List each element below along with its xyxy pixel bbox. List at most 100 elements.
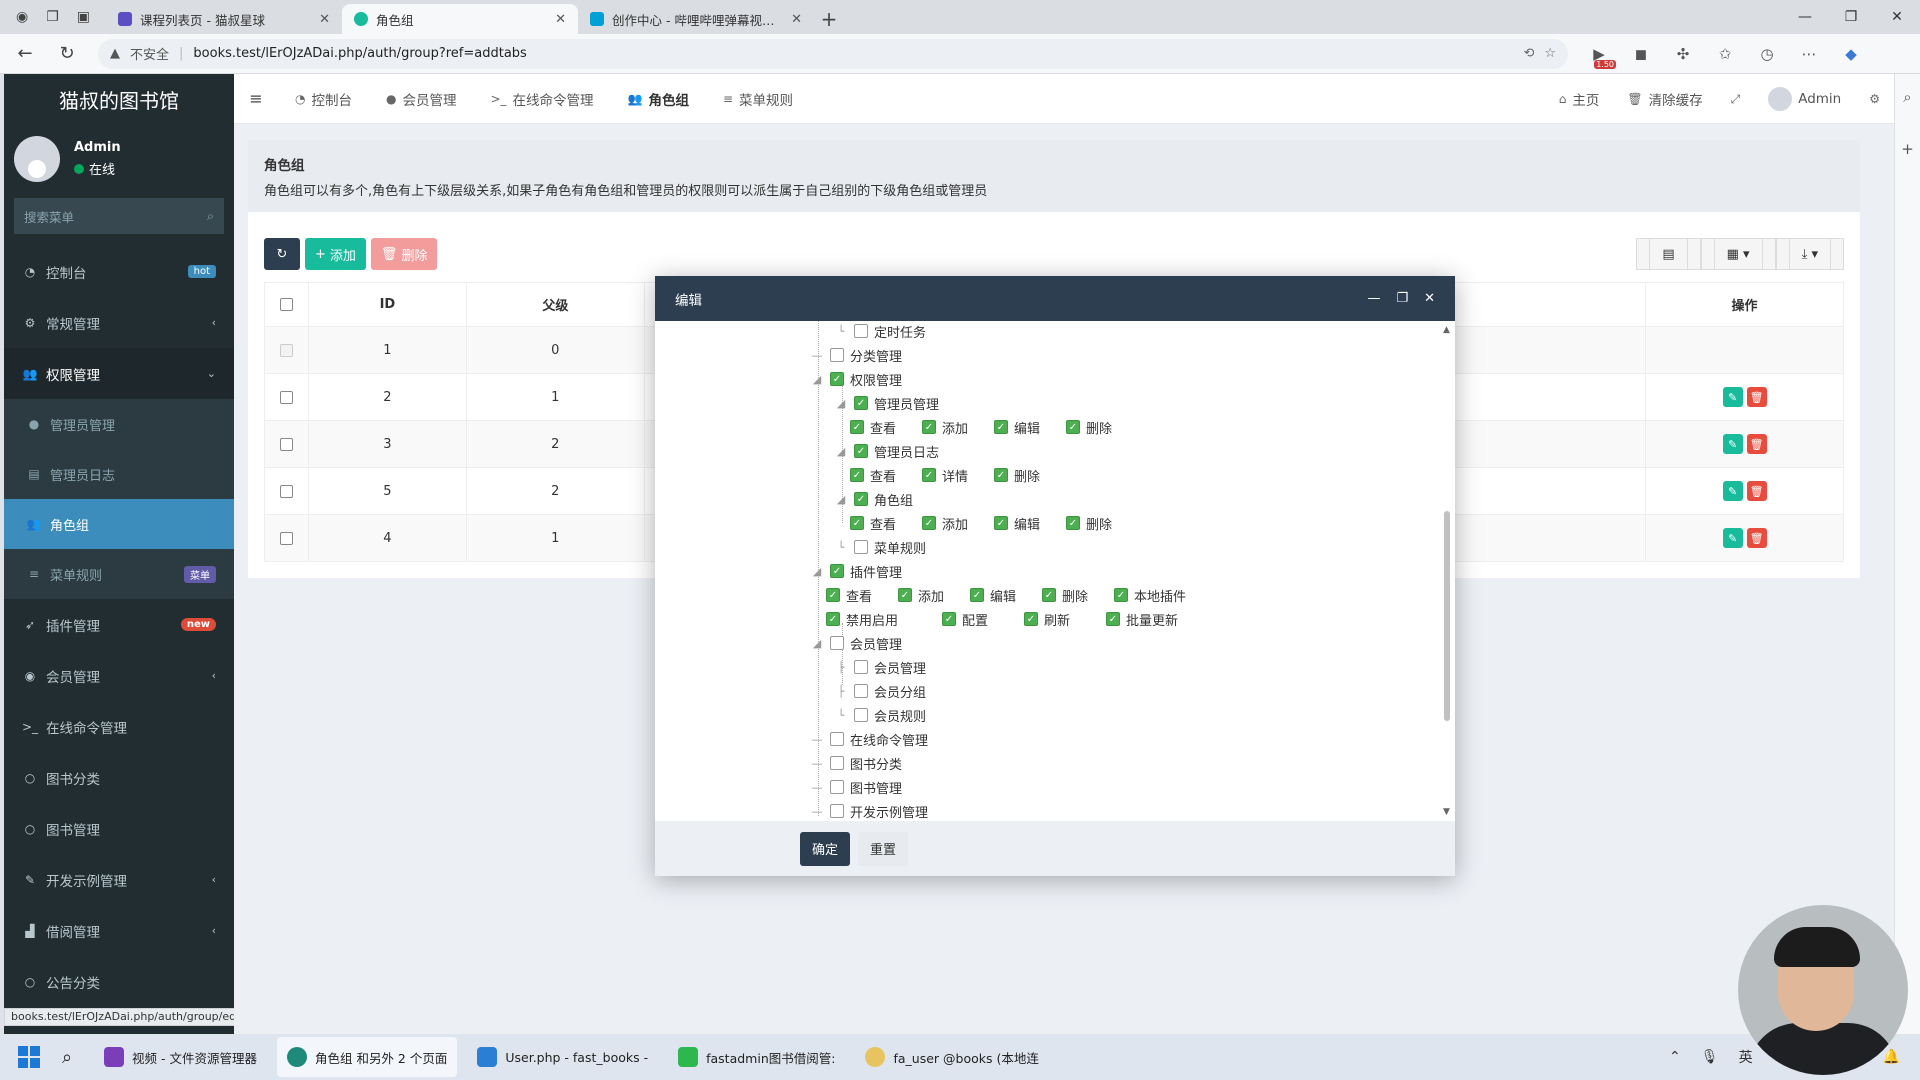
col-id[interactable]: ID (307, 282, 467, 327)
checkbox-icon[interactable] (830, 780, 844, 794)
more-icon[interactable]: ⋯ (1798, 45, 1820, 63)
checkbox-checked-icon[interactable]: ✓ (922, 468, 936, 482)
browser-tab-1[interactable]: 角色组 ✕ (342, 4, 579, 34)
maximize-icon[interactable]: ❐ (1396, 291, 1408, 306)
workspaces-icon[interactable]: ❐ (46, 9, 59, 25)
security-label[interactable]: 不安全 (130, 44, 169, 63)
tab-rule[interactable]: ≡ 菜单规则 (706, 74, 810, 124)
tree-node[interactable]: ◢ ✓ 插件管理 (810, 561, 902, 581)
sidebar-item-borrow[interactable]: ▟ 借阅管理 ‹ (4, 905, 234, 956)
tree-toggle-icon[interactable]: ◢ (834, 493, 848, 506)
taskbar-item-db[interactable]: fa_user @books (本地连 (855, 1037, 1048, 1077)
omnibox[interactable]: ▲ 不安全 | books.test/lErOJzADai.php/auth/g… (98, 38, 1568, 69)
checkbox-icon[interactable] (830, 804, 844, 818)
add-button[interactable]: + 添加 (305, 238, 366, 270)
checkbox-checked-icon[interactable]: ✓ (994, 516, 1008, 530)
history-icon[interactable]: ◷ (1756, 45, 1778, 63)
checkbox-checked-icon[interactable]: ✓ (994, 468, 1008, 482)
checkbox-checked-icon[interactable]: ✓ (1042, 588, 1056, 602)
puzzle-icon[interactable]: ✣ (1672, 45, 1694, 63)
clear-cache-button[interactable]: 🗑 清除缓存 (1613, 74, 1716, 124)
checkbox-checked-icon[interactable]: ✓ (826, 588, 840, 602)
tree-node[interactable]: — 图书分类 (810, 753, 902, 773)
search-icon[interactable]: ⌕ (207, 208, 214, 224)
tree-node[interactable]: ├ 会员分组 (834, 681, 926, 701)
sidebar-item-example[interactable]: ✎ 开发示例管理 ‹ (4, 854, 234, 905)
checkbox-checked-icon[interactable]: ✓ (854, 492, 868, 506)
col-parent[interactable]: 父级 (465, 282, 645, 327)
sidebar-item-addon[interactable]: ➶ 插件管理 new (4, 599, 234, 650)
sidebar-item-admin[interactable]: ● 管理员管理 (4, 399, 234, 449)
tree-node[interactable]: └ 会员规则 (834, 705, 926, 725)
checkbox-icon[interactable] (854, 684, 868, 698)
taskbar-item-edge[interactable]: 角色组 和另外 2 个页面 (276, 1037, 458, 1077)
checkbox-icon[interactable] (854, 660, 868, 674)
checkbox-checked-icon[interactable]: ✓ (850, 420, 864, 434)
close-icon[interactable]: ✕ (1424, 291, 1435, 306)
tree-node[interactable]: — 在线命令管理 (810, 729, 928, 749)
select-all-cell[interactable] (264, 282, 309, 327)
fullscreen-button[interactable]: ⤢ (1717, 74, 1755, 124)
checkbox-checked-icon[interactable]: ✓ (1066, 516, 1080, 530)
tree-node[interactable]: ◢ ✓ 管理员日志 (834, 441, 939, 461)
back-icon[interactable]: ← (14, 43, 36, 64)
trash-icon[interactable]: 🗑 (1746, 434, 1767, 454)
tree-toggle-icon[interactable]: ◢ (810, 637, 824, 650)
checkbox-checked-icon[interactable]: ✓ (970, 588, 984, 602)
edit-icon[interactable]: ✎ (1722, 481, 1743, 501)
checkbox-checked-icon[interactable]: ✓ (922, 420, 936, 434)
checkbox-checked-icon[interactable]: ✓ (830, 564, 844, 578)
checkbox-checked-icon[interactable]: ✓ (826, 612, 840, 626)
toggle-view-button[interactable]: ▤ (1636, 238, 1701, 270)
minimize-icon[interactable]: — (1367, 291, 1380, 306)
tree-node[interactable]: ◢ ✓ 权限管理 (810, 369, 902, 389)
checkbox-icon[interactable] (830, 348, 844, 362)
row-checkbox[interactable] (279, 484, 293, 498)
translate-icon[interactable]: ⟲ (1523, 46, 1534, 61)
tree-node[interactable]: — 图书管理 (810, 777, 902, 797)
row-checkbox[interactable] (279, 390, 293, 404)
settings-button[interactable]: ⚙ (1855, 74, 1894, 124)
checkbox-checked-icon[interactable]: ✓ (850, 468, 864, 482)
row-checkbox[interactable] (279, 531, 293, 545)
checkbox-icon[interactable] (854, 708, 868, 722)
sidebar-search-input[interactable]: 搜索菜单 ⌕ (14, 198, 224, 234)
browser-tab-0[interactable]: 课程列表页 - 猫叔星球 ✕ (106, 4, 342, 34)
checkbox-icon[interactable] (854, 324, 868, 338)
checkbox-checked-icon[interactable]: ✓ (994, 420, 1008, 434)
checkbox-icon[interactable] (854, 540, 868, 554)
admin-menu[interactable]: Admin (1754, 74, 1855, 124)
tree-toggle-icon[interactable]: ◢ (810, 373, 824, 386)
sidebar-item-user[interactable]: ◉ 会员管理 ‹ (4, 650, 234, 701)
checkbox-checked-icon[interactable]: ✓ (830, 372, 844, 386)
checkbox-checked-icon[interactable]: ✓ (854, 444, 868, 458)
copilot-icon[interactable]: ◆ (1840, 45, 1862, 63)
tree-node[interactable]: └ 菜单规则 (834, 537, 926, 557)
sidebar-item-bookcategory[interactable]: ○ 图书分类 (4, 752, 234, 803)
restore-icon[interactable]: ❐ (1828, 0, 1874, 34)
sidebar-item-dashboard[interactable]: ◔ 控制台 hot (4, 246, 234, 297)
scrollbar-thumb[interactable] (1444, 511, 1450, 721)
sidebar-item-rule[interactable]: ≡ 菜单规则 菜单 (4, 549, 234, 599)
tree-node[interactable]: ◢ ✓ 角色组 (834, 489, 913, 509)
microphone-icon[interactable]: 🎙 (1701, 1049, 1719, 1065)
confirm-button[interactable]: 确定 (800, 831, 851, 866)
delete-button[interactable]: 🗑 删除 (370, 238, 438, 270)
trash-icon[interactable]: 🗑 (1746, 481, 1767, 501)
row-checkbox[interactable] (279, 437, 293, 451)
tree-node[interactable]: └ 定时任务 (834, 321, 926, 341)
checkbox-checked-icon[interactable]: ✓ (1066, 420, 1080, 434)
extension-icon[interactable]: ▶ 1.50 (1588, 45, 1616, 69)
search-icon[interactable]: ⌕ (50, 1047, 84, 1068)
tree-node[interactable]: — 开发示例管理 (810, 801, 928, 821)
edit-icon[interactable]: ✎ (1722, 387, 1743, 407)
trash-icon[interactable]: 🗑 (1746, 387, 1767, 407)
sidebar-item-auth[interactable]: 👥 权限管理 ⌄ (4, 348, 234, 399)
scroll-up-icon[interactable]: ▲ (1443, 325, 1450, 335)
checkbox-checked-icon[interactable]: ✓ (1024, 612, 1038, 626)
close-icon[interactable]: ✕ (791, 12, 802, 27)
tree-node[interactable]: ├ 会员管理 (834, 657, 926, 677)
tree-toggle-icon[interactable]: ◢ (810, 565, 824, 578)
export-button[interactable]: ⤓ ▾ (1775, 238, 1844, 270)
tree-node[interactable]: ◢ 会员管理 (810, 633, 902, 653)
